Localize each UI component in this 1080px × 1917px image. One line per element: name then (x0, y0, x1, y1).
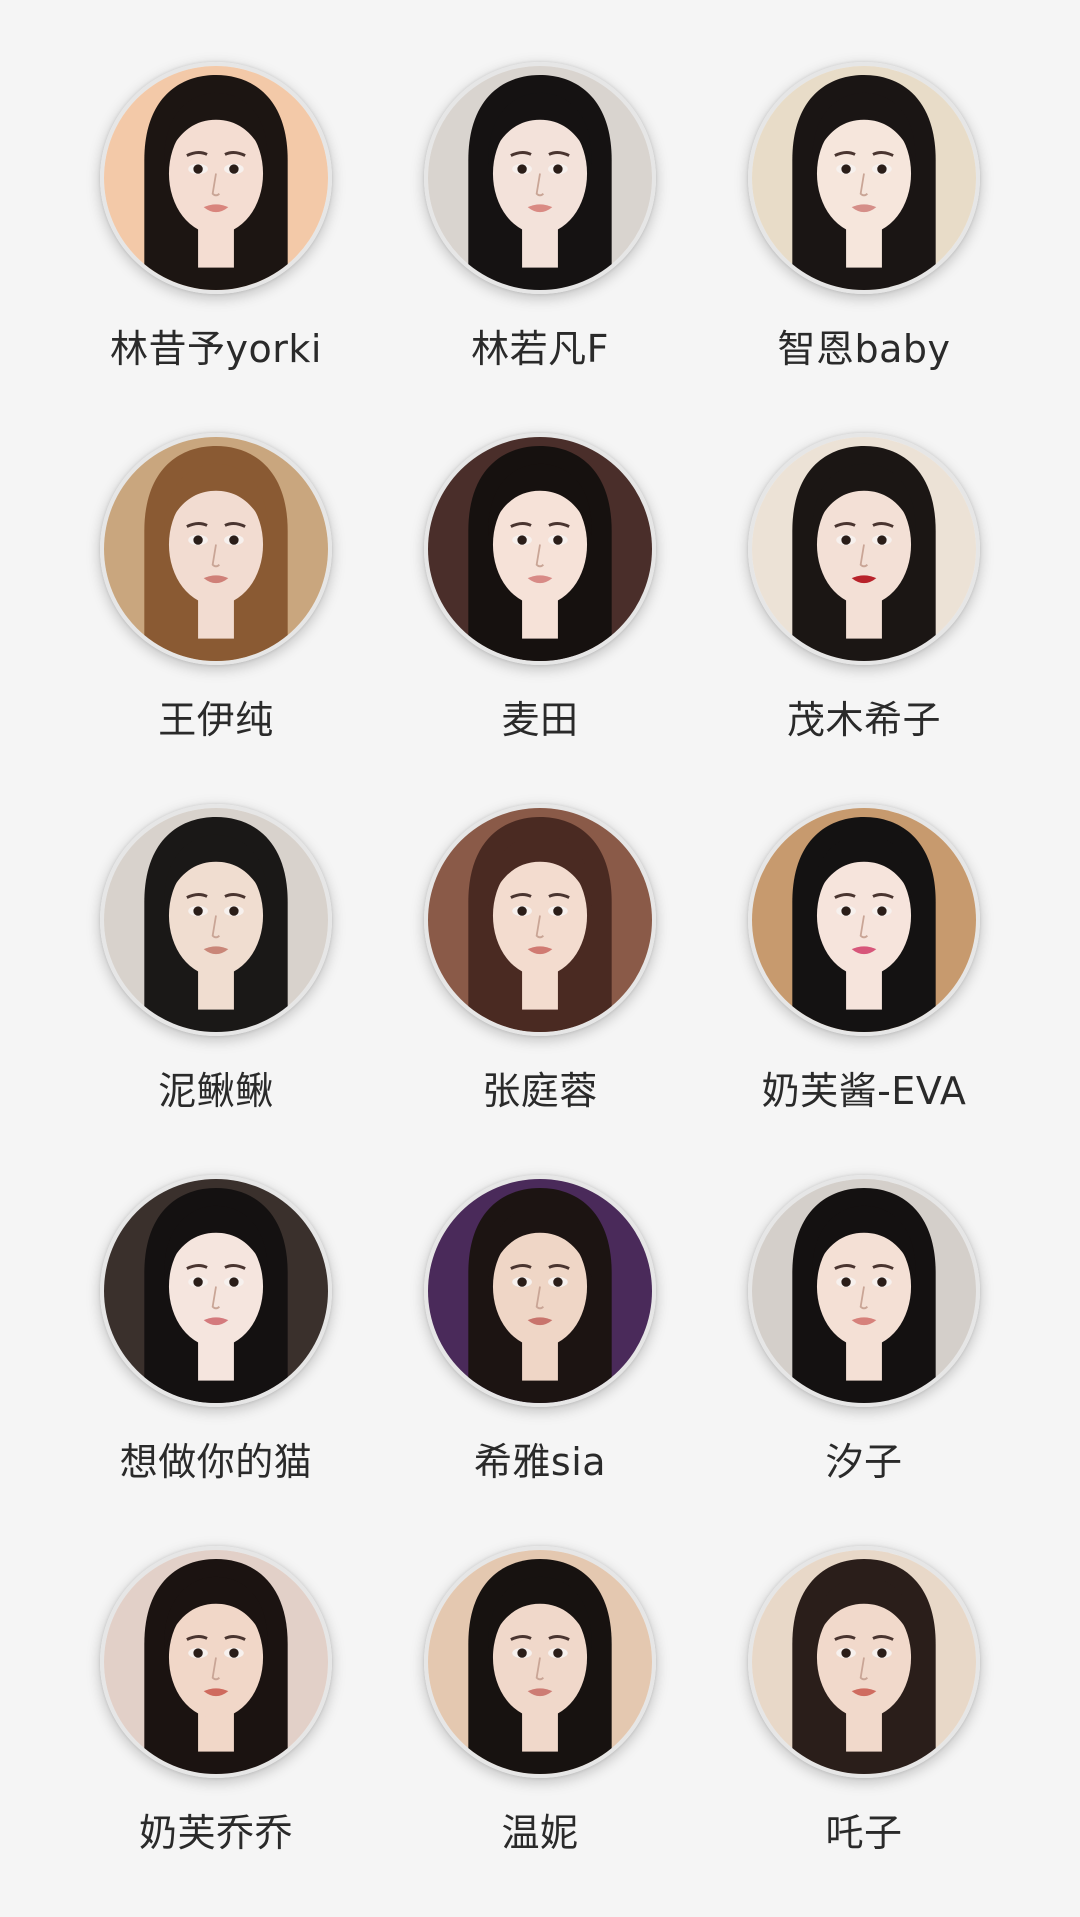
profile-card-15[interactable]: 吒子 (702, 1546, 1026, 1917)
profile-name[interactable]: 林若凡F (471, 318, 609, 373)
profile-card-12[interactable]: 汐子 (702, 1175, 1026, 1546)
profile-card-3[interactable]: 智恩baby (702, 62, 1026, 433)
profile-card-8[interactable]: 张庭蓉 (378, 804, 702, 1175)
avatar[interactable] (100, 1546, 332, 1778)
avatar[interactable] (748, 433, 980, 665)
profile-name[interactable]: 泥鳅鳅 (158, 1060, 274, 1115)
profile-name[interactable]: 奶芙乔乔 (139, 1802, 293, 1857)
profile-name[interactable]: 林昔予yorki (110, 318, 322, 373)
avatar[interactable] (424, 62, 656, 294)
profile-name[interactable]: 想做你的猫 (120, 1431, 313, 1486)
avatar[interactable] (748, 62, 980, 294)
profile-name[interactable]: 张庭蓉 (482, 1060, 598, 1115)
avatar[interactable] (424, 1546, 656, 1778)
profile-grid: 林昔予yorki 林若凡F 智恩baby 王伊纯 麦田 茂木希子 泥鳅鳅 张庭蓉… (0, 0, 1080, 1916)
profile-name[interactable]: 奶芙酱-EVA (762, 1060, 967, 1115)
avatar[interactable] (100, 1175, 332, 1407)
portrait-image (104, 66, 328, 290)
avatar[interactable] (424, 433, 656, 665)
portrait-image (104, 437, 328, 661)
portrait-image (752, 1179, 976, 1403)
profile-name[interactable]: 茂木希子 (787, 689, 941, 744)
profile-card-2[interactable]: 林若凡F (378, 62, 702, 433)
avatar[interactable] (100, 433, 332, 665)
profile-card-13[interactable]: 奶芙乔乔 (54, 1546, 378, 1917)
profile-name[interactable]: 希雅sia (474, 1431, 606, 1486)
avatar[interactable] (424, 1175, 656, 1407)
profile-card-9[interactable]: 奶芙酱-EVA (702, 804, 1026, 1175)
profile-card-6[interactable]: 茂木希子 (702, 433, 1026, 804)
portrait-image (428, 808, 652, 1032)
portrait-image (428, 1550, 652, 1774)
profile-card-4[interactable]: 王伊纯 (54, 433, 378, 804)
portrait-image (104, 1179, 328, 1403)
portrait-image (752, 66, 976, 290)
portrait-image (752, 808, 976, 1032)
avatar[interactable] (424, 804, 656, 1036)
avatar[interactable] (748, 1546, 980, 1778)
avatar[interactable] (100, 62, 332, 294)
portrait-image (428, 1179, 652, 1403)
profile-card-5[interactable]: 麦田 (378, 433, 702, 804)
profile-name[interactable]: 麦田 (501, 689, 578, 744)
portrait-image (428, 66, 652, 290)
avatar[interactable] (100, 804, 332, 1036)
profile-card-14[interactable]: 温妮 (378, 1546, 702, 1917)
profile-name[interactable]: 汐子 (825, 1431, 902, 1486)
profile-card-11[interactable]: 希雅sia (378, 1175, 702, 1546)
portrait-image (752, 437, 976, 661)
portrait-image (752, 1550, 976, 1774)
avatar[interactable] (748, 1175, 980, 1407)
profile-card-7[interactable]: 泥鳅鳅 (54, 804, 378, 1175)
portrait-image (104, 808, 328, 1032)
profile-name[interactable]: 温妮 (501, 1802, 578, 1857)
profile-card-10[interactable]: 想做你的猫 (54, 1175, 378, 1546)
profile-name[interactable]: 王伊纯 (158, 689, 274, 744)
profile-name[interactable]: 智恩baby (777, 318, 950, 373)
portrait-image (428, 437, 652, 661)
profile-name[interactable]: 吒子 (825, 1802, 902, 1857)
profile-card-1[interactable]: 林昔予yorki (54, 62, 378, 433)
portrait-image (104, 1550, 328, 1774)
avatar[interactable] (748, 804, 980, 1036)
